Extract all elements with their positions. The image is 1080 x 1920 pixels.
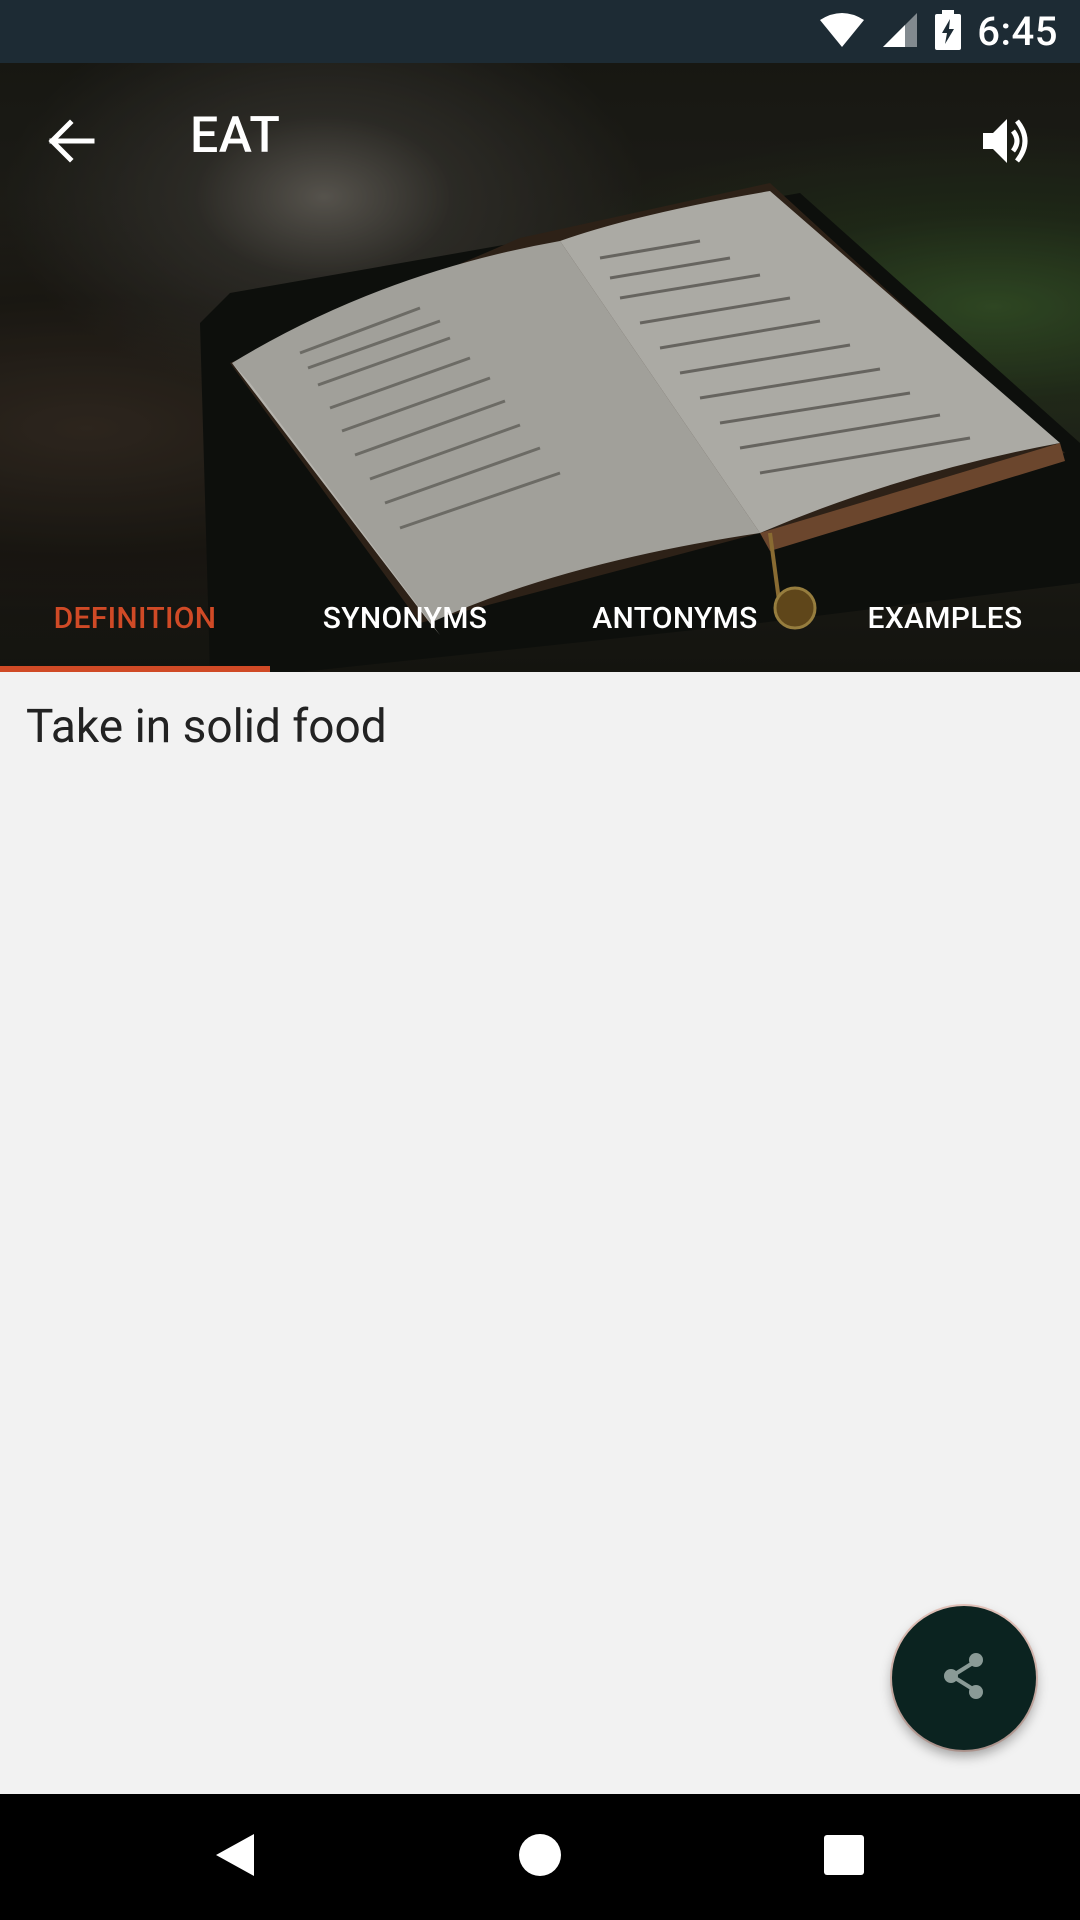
tab-label: SYNONYMS [322,601,488,636]
tab-synonyms[interactable]: SYNONYMS [270,565,540,672]
wifi-icon [819,12,865,52]
app-bar: EAT [0,63,1080,210]
pronounce-button[interactable] [958,93,1058,193]
screen: 6:45 EAT DEFINITION SYNONYMS ANTONYMS EX… [0,0,1080,1920]
share-button[interactable] [892,1606,1036,1750]
tab-indicator [0,666,270,672]
nav-home-icon [518,1833,562,1881]
nav-recents-icon [824,1835,864,1879]
tab-label: EXAMPLES [867,601,1023,636]
nav-home-button[interactable] [477,1794,603,1920]
back-button[interactable] [22,93,122,193]
signal-icon [881,11,919,53]
status-time: 6:45 [977,8,1058,55]
nav-back-icon [214,1832,256,1882]
arrow-back-icon [48,119,96,167]
tab-bar: DEFINITION SYNONYMS ANTONYMS EXAMPLES [0,565,1080,672]
tab-label: DEFINITION [53,601,217,636]
share-icon [940,1651,988,1705]
nav-recents-button[interactable] [781,1794,907,1920]
navigation-bar [0,1794,1080,1920]
status-bar: 6:45 [0,0,1080,63]
volume-up-icon [981,115,1035,171]
tab-definition[interactable]: DEFINITION [0,565,270,672]
status-icons: 6:45 [819,0,1058,63]
tab-antonyms[interactable]: ANTONYMS [540,565,810,672]
nav-back-button[interactable] [172,1794,298,1920]
definition-text: Take in solid food [26,700,387,754]
tab-label: ANTONYMS [592,601,758,636]
tab-examples[interactable]: EXAMPLES [810,565,1080,672]
battery-charging-icon [935,9,962,54]
page-title: EAT [190,107,281,165]
